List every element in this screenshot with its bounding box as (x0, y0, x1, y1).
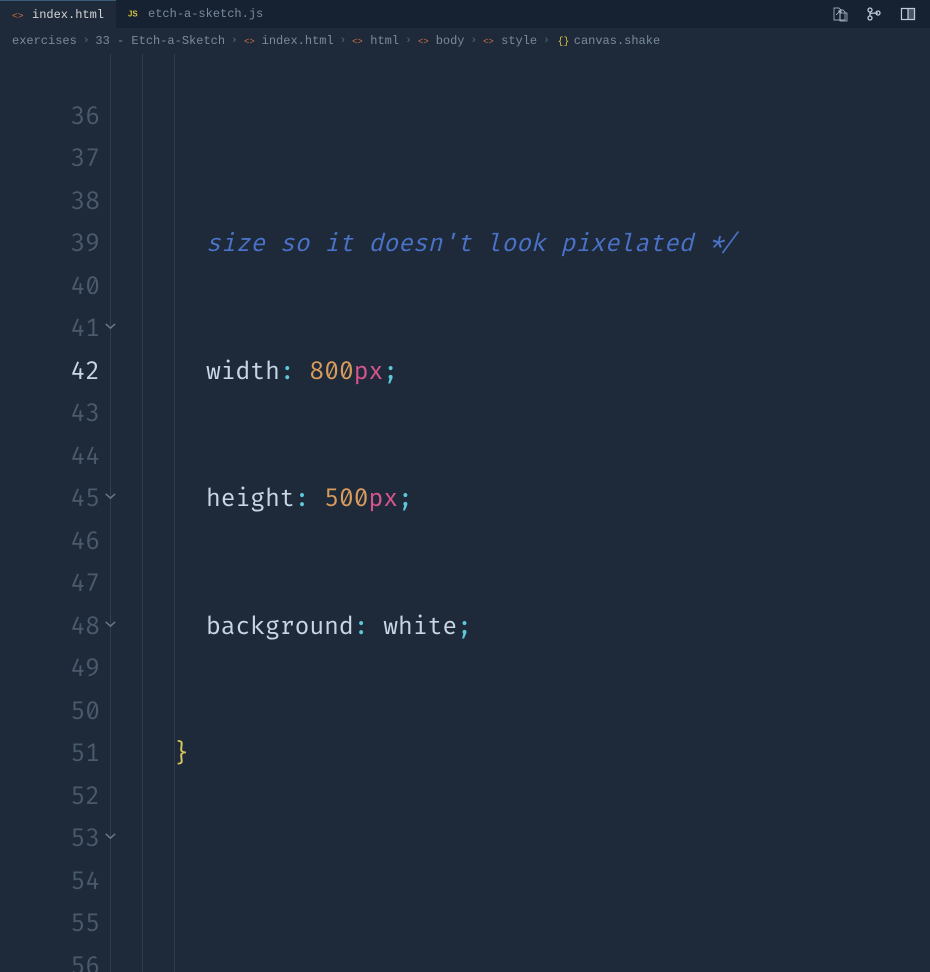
crumb-style[interactable]: <> style (483, 34, 537, 48)
chevron-right-icon: › (403, 35, 414, 47)
source-control-icon[interactable] (866, 6, 882, 22)
chevron-right-icon: › (338, 35, 349, 47)
svg-text:{}: {} (557, 35, 568, 46)
code-area[interactable]: size so it doesn't look pixelated */ wid… (110, 54, 930, 972)
svg-text:<>: <> (12, 10, 24, 21)
code-line (110, 862, 930, 905)
code-line: size so it doesn't look pixelated */ (110, 224, 930, 267)
crumb-exercises[interactable]: exercises (12, 34, 77, 48)
code-line: background: white; (110, 607, 930, 650)
svg-text:<>: <> (244, 36, 255, 46)
crumb-file[interactable]: <> index.html (244, 34, 334, 48)
tab-label: index.html (32, 8, 104, 22)
code-line: height: 500px; (110, 479, 930, 522)
svg-text:<>: <> (352, 36, 363, 46)
crumb-folder[interactable]: 33 - Etch-a-Sketch (95, 34, 225, 48)
svg-text:<>: <> (483, 36, 494, 46)
tag-icon: <> (418, 34, 432, 48)
code-line: } (110, 734, 930, 777)
code-editor[interactable]: 36 37 38 39 40 41⌄ 42 43 44 45⌄ 46 47 48… (0, 54, 930, 972)
brace-icon: {} (556, 34, 570, 48)
diff-icon[interactable] (832, 6, 848, 22)
tab-etch-a-sketch-js[interactable]: JS etch-a-sketch.js (116, 0, 275, 28)
svg-text:<>: <> (418, 36, 429, 46)
chevron-right-icon: › (229, 35, 240, 47)
crumb-html[interactable]: <> html (352, 34, 399, 48)
js-file-icon: JS (128, 7, 142, 21)
html-file-icon: <> (244, 34, 258, 48)
chevron-right-icon: › (81, 35, 92, 47)
crumb-selector[interactable]: {} canvas.shake (556, 34, 660, 48)
chevron-right-icon: › (541, 35, 552, 47)
tab-label: etch-a-sketch.js (148, 7, 263, 21)
breadcrumb[interactable]: exercises › 33 - Etch-a-Sketch › <> inde… (0, 28, 930, 54)
crumb-body[interactable]: <> body (418, 34, 465, 48)
html-file-icon: <> (12, 8, 26, 22)
tag-icon: <> (352, 34, 366, 48)
chevron-right-icon: › (469, 35, 480, 47)
code-line: width: 800px; (110, 352, 930, 395)
tab-index-html[interactable]: <> index.html (0, 0, 116, 28)
line-gutter: 36 37 38 39 40 41⌄ 42 43 44 45⌄ 46 47 48… (0, 54, 110, 972)
svg-text:JS: JS (128, 10, 138, 19)
split-editor-icon[interactable] (900, 6, 916, 22)
tag-icon: <> (483, 34, 497, 48)
tab-bar: <> index.html JS etch-a-sketch.js (0, 0, 930, 28)
